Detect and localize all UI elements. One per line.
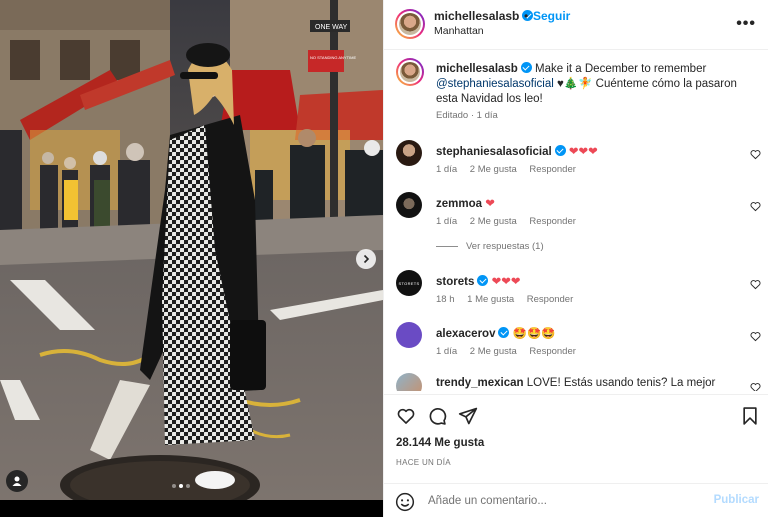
reply-button[interactable]: Responder: [529, 346, 575, 357]
post-header: michellesalasb • Seguir Manhattan •••: [384, 0, 768, 50]
carousel-indicator: [172, 484, 190, 488]
caption-meta: Editado · 1 día: [436, 110, 498, 121]
comment-age: 18 h: [436, 294, 455, 305]
emoji-icon[interactable]: [395, 492, 415, 512]
comment-item: stephaniesalasoficial ❤❤❤ 1 día 2 Me gus…: [384, 140, 768, 186]
commenter-username[interactable]: zemmoa: [436, 198, 482, 210]
publish-button[interactable]: Publicar: [714, 494, 759, 506]
reply-button[interactable]: Responder: [529, 164, 575, 175]
heart-icon[interactable]: [396, 406, 416, 426]
follow-button[interactable]: Seguir: [533, 9, 570, 23]
comment-item: STORETS storets ❤❤❤ 18 h 1 Me gusta Resp…: [384, 270, 768, 316]
comment-body: zemmoa ❤: [436, 196, 495, 210]
post-actions-bar: [384, 394, 768, 434]
comment-item: zemmoa ❤ 1 día 2 Me gusta Responder: [384, 192, 768, 238]
caption-text-start: Make it a December to remember: [531, 63, 707, 75]
comment-likes[interactable]: 1 Me gusta: [467, 294, 514, 305]
comment-item: trendy_mexican LOVE! Estás usando tenis?…: [384, 373, 768, 391]
no-standing-sign-text: NO STANDING ANYTIME: [310, 55, 356, 60]
commenter-avatar[interactable]: [396, 192, 422, 218]
comment-age: 1 día: [436, 346, 458, 357]
carousel-next-button[interactable]: [356, 249, 376, 269]
post-photo[interactable]: ONE WAY NO STANDING ANYTIME: [0, 0, 383, 500]
comment-text: ❤: [485, 198, 495, 210]
commenter-avatar[interactable]: [396, 322, 422, 348]
comment-item: alexacerov 🤩🤩🤩 1 día 2 Me gusta Responde…: [384, 322, 768, 368]
author-avatar[interactable]: [395, 9, 425, 39]
comment-meta: 1 día 2 Me gusta Responder: [436, 346, 586, 357]
comment-body: alexacerov 🤩🤩🤩: [436, 326, 556, 340]
comment-body: stephaniesalasoficial ❤❤❤: [436, 144, 598, 158]
commenter-username[interactable]: storets: [436, 276, 474, 288]
verified-badge-icon: [498, 327, 510, 338]
share-icon[interactable]: [458, 406, 478, 426]
comment-like-heart-icon[interactable]: [750, 279, 761, 290]
comment-body: trendy_mexican LOVE! Estás usando tenis?…: [436, 377, 715, 389]
comments-list[interactable]: michellesalasb Make it a December to rem…: [384, 51, 768, 391]
caption-avatar[interactable]: [396, 58, 424, 86]
storets-logo-text: STORETS: [398, 280, 420, 286]
comment-like-heart-icon[interactable]: [750, 149, 761, 160]
commenter-avatar[interactable]: STORETS: [396, 270, 422, 296]
header-separator: •: [524, 9, 529, 23]
reply-button[interactable]: Responder: [529, 216, 575, 227]
caption-username[interactable]: michellesalasb: [436, 63, 518, 75]
carousel-dot: [186, 484, 190, 488]
comment-likes[interactable]: 2 Me gusta: [470, 216, 517, 227]
verified-badge-icon: [477, 275, 489, 286]
bookmark-icon[interactable]: [740, 406, 760, 426]
comment-body: storets ❤❤❤: [436, 274, 520, 288]
verified-badge-icon: [554, 145, 566, 156]
author-username[interactable]: michellesalasb: [434, 9, 534, 23]
comment-like-heart-icon[interactable]: [750, 331, 761, 342]
street-sign-text: ONE WAY: [315, 24, 348, 31]
commenter-avatar[interactable]: [396, 140, 422, 166]
comment-meta: 1 día 2 Me gusta Responder: [436, 216, 586, 227]
comment-text: ❤❤❤: [491, 276, 521, 288]
media-bottom-bar: [0, 500, 383, 517]
reply-button[interactable]: Responder: [527, 294, 573, 305]
user-tag-button[interactable]: [6, 470, 28, 492]
comment-likes[interactable]: 2 Me gusta: [470, 346, 517, 357]
add-comment-bar: Publicar: [384, 483, 768, 517]
comment-icon[interactable]: [427, 406, 447, 426]
view-replies-button[interactable]: Ver respuestas (1): [436, 241, 544, 252]
more-options-button[interactable]: •••: [736, 15, 756, 33]
caption-mention-link[interactable]: @stephaniesalasoficial: [436, 78, 554, 90]
comment-text: LOVE! Estás usando tenis? La mejor: [526, 377, 716, 389]
comment-input[interactable]: [428, 492, 698, 510]
instagram-post-modal: ONE WAY NO STANDING ANYTIME michellesala…: [0, 0, 768, 517]
chevron-right-icon: [363, 254, 370, 264]
carousel-dot: [172, 484, 176, 488]
comment-age: 1 día: [436, 216, 458, 227]
author-username-text[interactable]: michellesalasb: [434, 9, 519, 23]
comment-meta: 18 h 1 Me gusta Responder: [436, 294, 583, 305]
comment-age: 1 día: [436, 164, 458, 175]
verified-badge-icon: [520, 62, 532, 73]
street-photo: ONE WAY NO STANDING ANYTIME: [0, 0, 383, 500]
post-location[interactable]: Manhattan: [434, 25, 484, 37]
comment-like-heart-icon[interactable]: [750, 382, 761, 391]
user-tag-icon: [12, 476, 22, 486]
commenter-username[interactable]: alexacerov: [436, 328, 495, 340]
commenter-username[interactable]: stephaniesalasoficial: [436, 146, 552, 158]
post-time: HACE UN DÍA: [396, 458, 451, 467]
commenter-username[interactable]: trendy_mexican: [436, 377, 524, 389]
commenter-avatar[interactable]: [396, 373, 422, 391]
comment-meta: 1 día 2 Me gusta Responder: [436, 164, 586, 175]
comment-likes[interactable]: 2 Me gusta: [470, 164, 517, 175]
comment-text: ❤❤❤: [568, 146, 598, 158]
comment-text: 🤩🤩🤩: [512, 328, 556, 340]
post-side-panel: michellesalasb • Seguir Manhattan ••• mi…: [383, 0, 768, 517]
post-caption: michellesalasb Make it a December to rem…: [436, 62, 754, 107]
carousel-dot-active: [179, 484, 183, 488]
comment-like-heart-icon[interactable]: [750, 201, 761, 212]
likes-count[interactable]: 28.144 Me gusta: [396, 437, 484, 449]
